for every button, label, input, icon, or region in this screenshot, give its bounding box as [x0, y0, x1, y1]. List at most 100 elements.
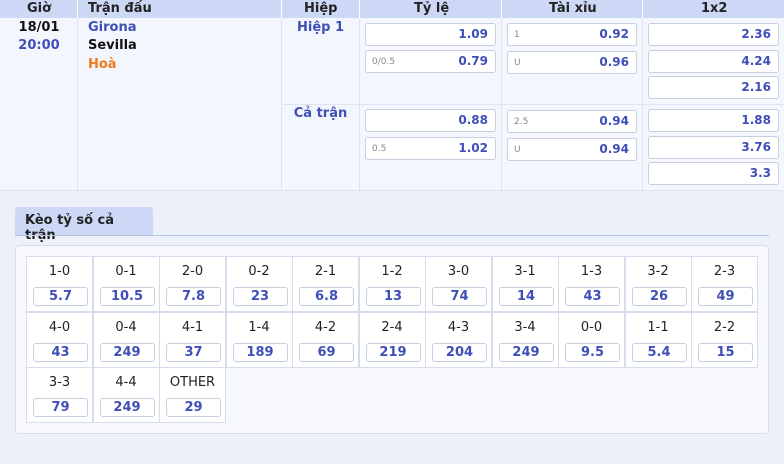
score-odds-button[interactable]: 204 — [432, 342, 487, 362]
header-time: Giờ — [27, 1, 52, 16]
handicap-value: 0.79 — [458, 54, 488, 68]
score-cell: 1-2 13 — [358, 256, 426, 312]
score-odds-button[interactable]: 29 — [166, 398, 221, 417]
overunder-value: 0.92 — [599, 27, 629, 41]
score-odds-button[interactable]: 249 — [498, 342, 554, 362]
score-label: 4-3 — [447, 319, 470, 335]
handicap-value: 0.88 — [458, 113, 488, 127]
score-label: 1-0 — [48, 264, 71, 279]
header-overunder: Tài xỉu — [549, 1, 597, 16]
score-label: 0-1 — [115, 264, 137, 279]
score-odds-button[interactable]: 219 — [365, 342, 421, 362]
correct-score-tab[interactable]: Kèo tỷ số cả trận — [15, 207, 153, 243]
score-label: 3-4 — [514, 319, 536, 335]
score-label: 1-3 — [580, 264, 603, 279]
score-label: 3-1 — [514, 264, 536, 279]
period-label-first-half: Hiệp 1 — [296, 20, 345, 35]
score-cell: 3-2 26 — [624, 256, 692, 312]
x12-value: 2.36 — [741, 27, 771, 41]
handicap-odds-button[interactable]: 0.88 — [365, 109, 496, 132]
overunder-odds-button[interactable]: 2.5 0.94 — [507, 110, 637, 133]
period-label-full-match: Cả trận — [293, 106, 348, 121]
draw-odds-button[interactable]: 4.24 — [648, 50, 779, 73]
score-cell: 1-4 189 — [225, 311, 293, 368]
match-date: 18/01 — [18, 20, 60, 35]
overunder-line: 2.5 — [514, 117, 529, 127]
score-label: 0-4 — [115, 319, 137, 335]
score-label: 4-1 — [181, 319, 204, 335]
score-label: 0-2 — [248, 264, 270, 279]
away-team[interactable]: Sevilla — [88, 38, 137, 53]
score-label: 2-4 — [381, 319, 403, 335]
score-cell: 3-0 74 — [425, 256, 492, 312]
score-odds-button[interactable]: 26 — [631, 287, 687, 306]
score-odds-button[interactable]: 249 — [99, 398, 155, 417]
score-cell: 2-1 6.8 — [292, 256, 359, 312]
home-win-odds-button[interactable]: 2.36 — [648, 23, 779, 46]
draw-odds-button[interactable]: 3.76 — [648, 136, 779, 159]
score-cell: 1-1 5.4 — [624, 311, 692, 368]
overunder-odds-button[interactable]: U 0.94 — [507, 138, 637, 161]
score-label: 3-0 — [447, 264, 470, 279]
score-odds-button[interactable]: 14 — [498, 287, 554, 306]
score-odds-button[interactable]: 23 — [232, 287, 288, 306]
overunder-odds-button[interactable]: U 0.96 — [507, 51, 637, 74]
score-label: 2-3 — [713, 264, 736, 279]
correct-score-panel: 1-0 5.7 0-1 10.5 2-0 7.8 0-2 23 2-1 6.8 1-2 13 3-0 74… — [15, 245, 769, 434]
score-odds-button[interactable]: 189 — [232, 342, 288, 362]
score-cell: 3-1 14 — [491, 256, 559, 312]
overunder-value: 0.94 — [599, 114, 629, 128]
score-label: 2-1 — [314, 264, 337, 279]
overunder-line: U — [514, 145, 521, 155]
score-odds-button[interactable]: 74 — [432, 287, 487, 306]
score-cell: 2-4 219 — [358, 311, 426, 368]
score-label: OTHER — [169, 375, 216, 390]
score-cell: 4-2 69 — [292, 311, 359, 368]
score-label: 4-2 — [314, 319, 337, 335]
away-win-odds-button[interactable]: 3.3 — [648, 162, 779, 185]
score-odds-button[interactable]: 15 — [698, 342, 753, 362]
header-divider — [281, 0, 282, 18]
match-time: 20:00 — [18, 38, 60, 53]
home-win-odds-button[interactable]: 1.88 — [648, 109, 779, 132]
handicap-odds-button[interactable]: 0.5 1.02 — [365, 137, 496, 160]
overunder-line: U — [514, 58, 521, 68]
handicap-line: 0/0.5 — [372, 57, 396, 67]
score-cell: 3-4 249 — [491, 311, 559, 368]
away-win-odds-button[interactable]: 2.16 — [648, 76, 779, 99]
score-odds-button[interactable]: 37 — [166, 342, 221, 362]
x12-value: 4.24 — [741, 54, 771, 68]
score-odds-button[interactable]: 10.5 — [99, 287, 155, 306]
table-header: Giờ Trận đấu Hiệp Tỷ lệ Tài xỉu 1x2 — [0, 0, 784, 18]
handicap-odds-button[interactable]: 0/0.5 0.79 — [365, 50, 496, 73]
score-odds-button[interactable]: 79 — [33, 398, 88, 417]
score-label: 1-1 — [647, 319, 669, 335]
score-cell: 1-3 43 — [558, 256, 625, 312]
score-odds-button[interactable]: 43 — [33, 342, 88, 362]
x12-value: 3.3 — [749, 166, 771, 180]
score-odds-button[interactable]: 6.8 — [299, 287, 354, 306]
handicap-odds-button[interactable]: 1.09 — [365, 23, 496, 46]
score-odds-button[interactable]: 9.5 — [565, 342, 620, 362]
score-odds-button[interactable]: 7.8 — [166, 287, 221, 306]
tab-underline — [15, 235, 769, 236]
score-odds-button[interactable]: 69 — [299, 342, 354, 362]
header-match: Trận đấu — [88, 1, 152, 16]
score-odds-button[interactable]: 5.4 — [631, 342, 687, 362]
score-odds-button[interactable]: 13 — [365, 287, 421, 306]
draw-label: Hoà — [88, 57, 117, 72]
score-odds-button[interactable]: 249 — [99, 342, 155, 362]
score-odds-button[interactable]: 5.7 — [33, 287, 88, 306]
overunder-odds-button[interactable]: 1 0.92 — [507, 23, 637, 46]
home-team[interactable]: Girona — [88, 20, 137, 35]
score-odds-button[interactable]: 43 — [565, 287, 620, 306]
overunder-line: 1 — [514, 30, 520, 40]
x12-value: 1.88 — [741, 113, 771, 127]
header-divider — [501, 0, 502, 18]
score-odds-button[interactable]: 49 — [698, 287, 753, 306]
score-label: 3-3 — [48, 375, 71, 390]
score-cell: OTHER 29 — [159, 367, 226, 423]
score-label: 0-0 — [580, 319, 603, 335]
handicap-line: 0.5 — [372, 144, 387, 154]
score-label: 4-0 — [48, 319, 71, 335]
